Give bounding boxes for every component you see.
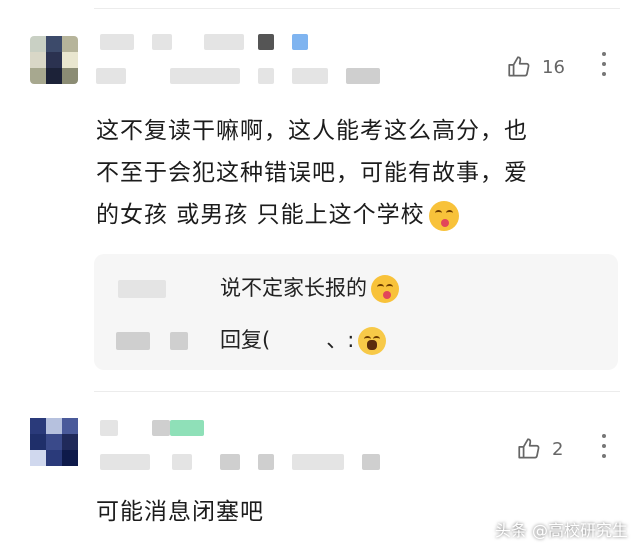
reply-1: 说不定家长报的 — [220, 272, 399, 303]
like-count: 16 — [542, 56, 565, 78]
more-options-button[interactable] — [601, 434, 607, 458]
avatar[interactable] — [30, 418, 78, 466]
reply-2: 回复(、: — [220, 324, 387, 355]
avatar[interactable] — [30, 36, 78, 84]
comment-line: 可能消息闭塞吧 — [96, 499, 264, 525]
yum-emoji-icon — [428, 200, 459, 231]
comment-line: 不至于会犯这种错误吧，可能有故事，爱 — [96, 160, 528, 186]
thumbs-up-icon — [518, 438, 540, 459]
comment-text: 可能消息闭塞吧 — [96, 491, 264, 533]
divider — [94, 391, 620, 392]
like-button[interactable]: 16 — [506, 54, 565, 80]
yum-emoji-icon — [371, 275, 399, 303]
crying-emoji-icon — [358, 327, 387, 355]
comment-line: 的女孩 或男孩 只能上这个学校 — [96, 194, 528, 236]
thumbs-up-icon — [508, 56, 530, 77]
watermark: 头条 @高校研究生 — [494, 521, 628, 540]
like-button[interactable]: 2 — [516, 436, 563, 462]
reply-box[interactable]: 说不定家长报的 回复(、: — [94, 254, 618, 370]
comment-line: 这不复读干嘛啊，这人能考这么高分，也 — [96, 118, 528, 144]
reply-username-blurred — [118, 280, 166, 298]
divider-top — [94, 8, 620, 9]
like-count: 2 — [552, 438, 564, 460]
more-options-button[interactable] — [601, 52, 607, 76]
comment-text: 这不复读干嘛啊，这人能考这么高分，也 不至于会犯这种错误吧，可能有故事，爱 的女… — [96, 110, 528, 236]
